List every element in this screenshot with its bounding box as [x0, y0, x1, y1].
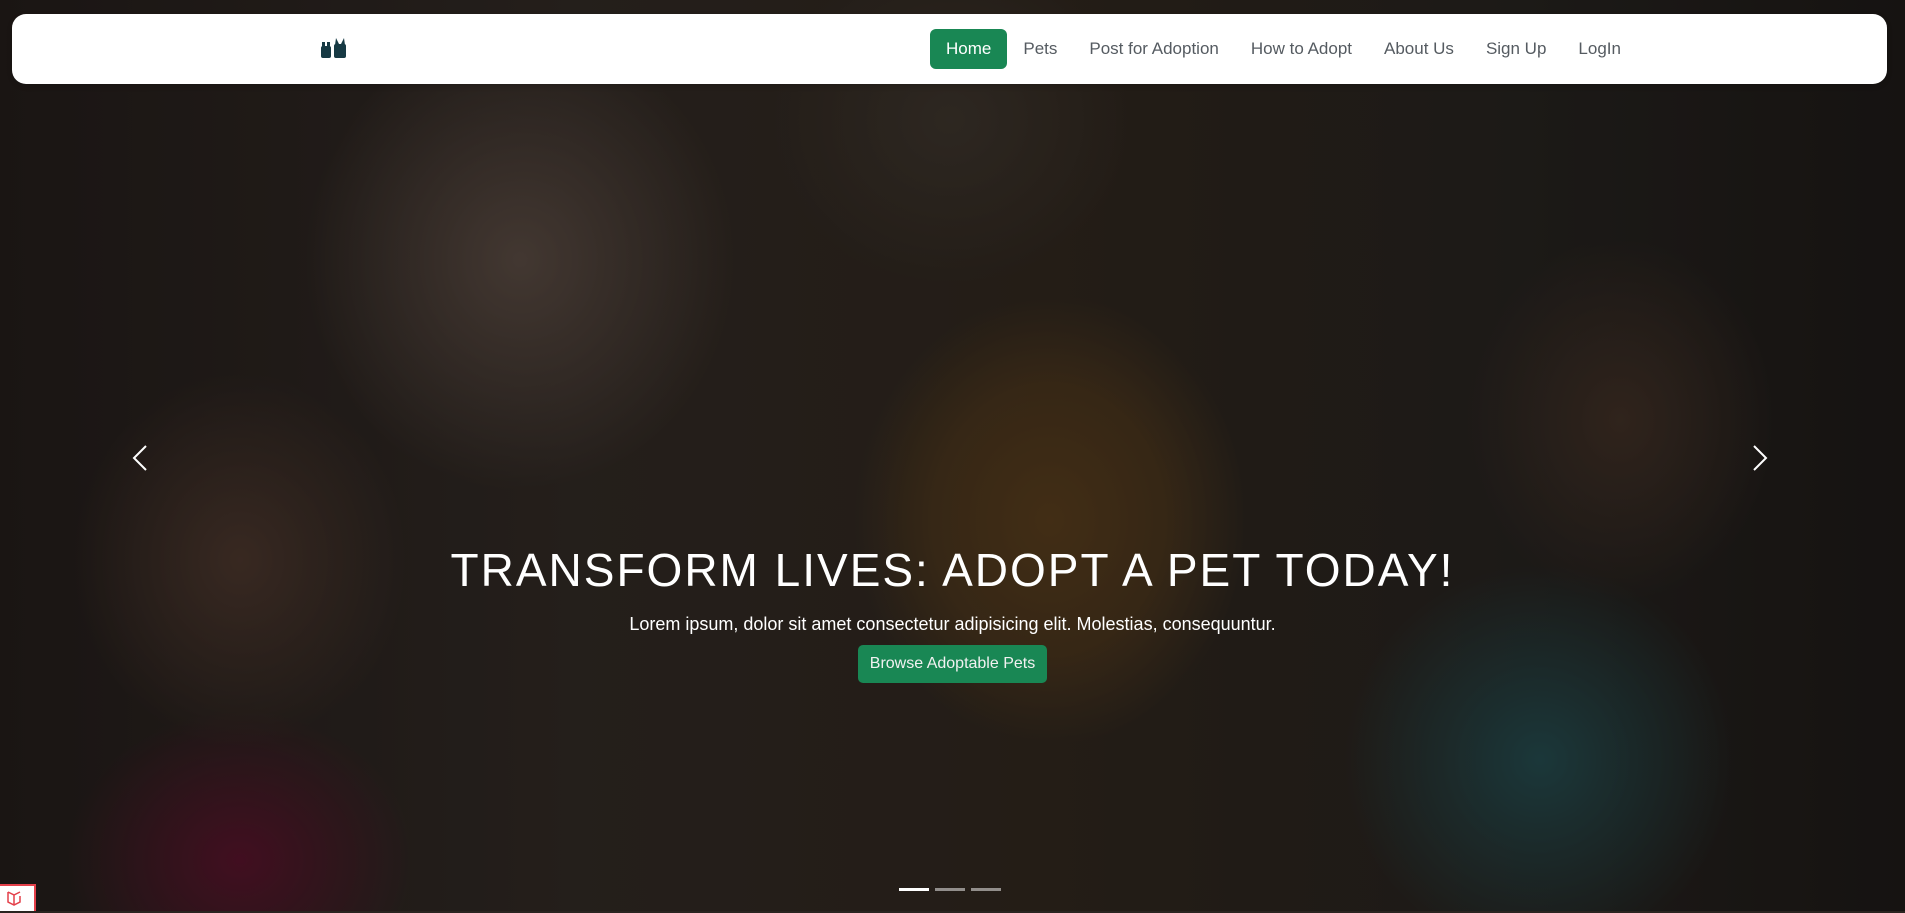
laravel-icon[interactable] — [0, 884, 36, 911]
hero-subtitle: Lorem ipsum, dolor sit amet consectetur … — [629, 614, 1276, 634]
nav-login[interactable]: LogIn — [1562, 29, 1637, 69]
paw-pets-logo-icon[interactable] — [318, 36, 350, 62]
main-nav: Home Pets Post for Adoption How to Adopt… — [930, 29, 1637, 69]
carousel-indicator[interactable] — [971, 888, 1001, 891]
browse-pets-button[interactable]: Browse Adoptable Pets — [857, 645, 1048, 683]
carousel-indicator[interactable] — [935, 888, 965, 891]
hero-title: TRANSFORM LIVES: ADOPT A PET TODAY! — [450, 544, 1455, 596]
nav-post-for-adoption[interactable]: Post for Adoption — [1073, 29, 1234, 69]
chevron-left-icon — [132, 445, 147, 471]
carousel-indicator[interactable] — [899, 888, 929, 891]
navbar: Home Pets Post for Adoption How to Adopt… — [12, 14, 1887, 84]
carousel-caption: TRANSFORM LIVES: ADOPT A PET TODAY! Lore… — [0, 540, 1905, 683]
carousel-prev-button[interactable] — [122, 438, 162, 478]
nav-about-us[interactable]: About Us — [1368, 29, 1470, 69]
nav-pets[interactable]: Pets — [1007, 29, 1073, 69]
nav-home[interactable]: Home — [930, 29, 1008, 69]
nav-how-to-adopt[interactable]: How to Adopt — [1235, 29, 1368, 69]
hero-carousel — [0, 0, 1905, 911]
nav-sign-up[interactable]: Sign Up — [1470, 29, 1562, 69]
chevron-right-icon — [1753, 445, 1768, 471]
carousel-indicators — [899, 888, 1001, 891]
carousel-next-button[interactable] — [1738, 438, 1778, 478]
